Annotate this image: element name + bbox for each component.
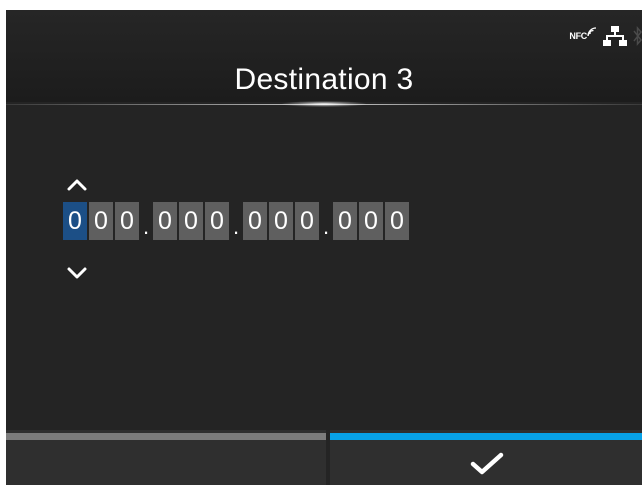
ip-digit-11[interactable]: 0 (359, 202, 383, 240)
ip-digit-2[interactable]: 0 (89, 202, 113, 240)
ip-address-input[interactable]: 0 0 0 . 0 0 0 . 0 0 0 . 0 0 0 (63, 202, 411, 240)
confirm-button-bar (330, 433, 642, 440)
nfc-icon: NFC (569, 27, 597, 41)
confirm-button[interactable] (330, 430, 642, 485)
ip-digit-8[interactable]: 0 (269, 202, 293, 240)
nfc-label: NFC (569, 31, 587, 41)
footer (6, 430, 642, 485)
back-button-bar (6, 433, 326, 440)
page-title: Destination 3 (234, 63, 414, 96)
printer-screen: NFC Destination 3 0 0 0 . 0 0 0 . 0 0 0 … (6, 10, 642, 485)
network-icon (603, 26, 627, 46)
chevron-up-icon[interactable] (66, 178, 88, 192)
ip-digit-3[interactable]: 0 (115, 202, 139, 240)
ip-digit-1[interactable]: 0 (63, 202, 87, 240)
ip-separator: . (142, 214, 150, 239)
back-button[interactable] (6, 430, 326, 485)
ip-digit-9[interactable]: 0 (295, 202, 319, 240)
ip-separator: . (232, 214, 240, 239)
ip-separator: . (322, 214, 330, 239)
bluetooth-icon (633, 26, 642, 46)
ip-digit-12[interactable]: 0 (385, 202, 409, 240)
ip-digit-10[interactable]: 0 (333, 202, 357, 240)
chevron-down-icon[interactable] (66, 266, 88, 280)
ip-digit-5[interactable]: 0 (179, 202, 203, 240)
check-icon (470, 452, 504, 475)
header-divider-highlight (282, 101, 366, 107)
ip-digit-7[interactable]: 0 (243, 202, 267, 240)
ip-digit-4[interactable]: 0 (153, 202, 177, 240)
ip-digit-6[interactable]: 0 (205, 202, 229, 240)
status-bar: NFC (569, 24, 642, 48)
header: NFC Destination 3 (6, 10, 642, 107)
